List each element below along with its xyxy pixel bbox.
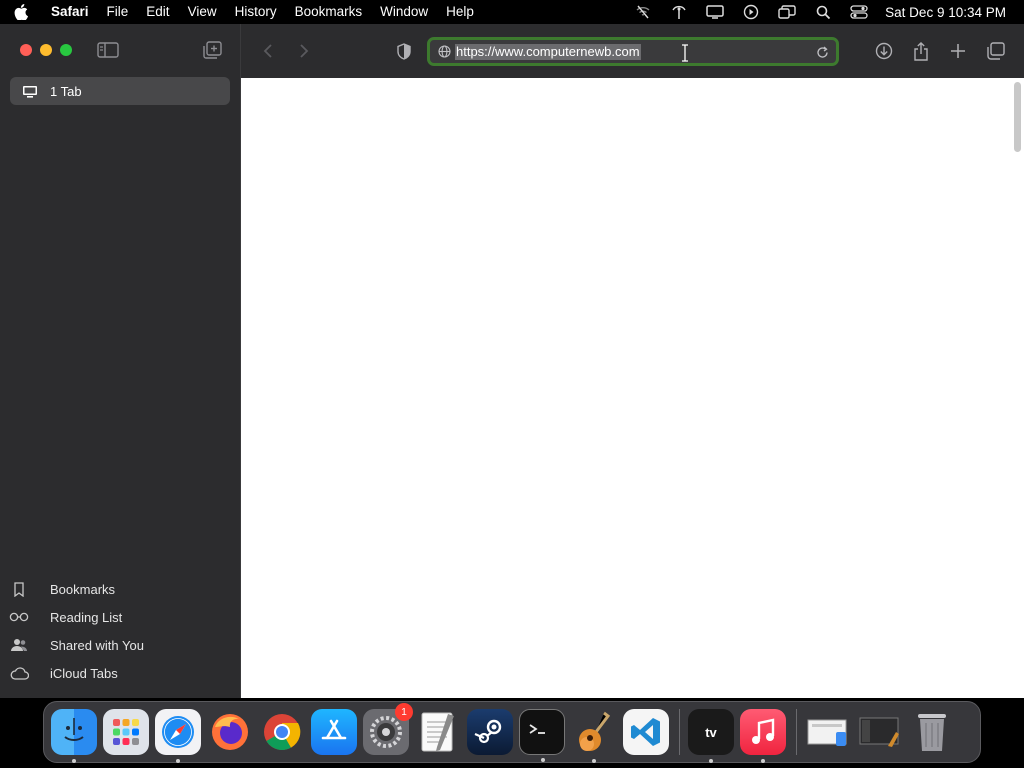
dock-app-textedit[interactable] <box>415 709 461 755</box>
sidebar: 1 Tab Bookmarks Reading List Shared with… <box>0 24 241 698</box>
running-indicator <box>176 759 180 763</box>
firefox-icon <box>212 714 248 750</box>
running-indicator <box>709 759 713 763</box>
screen-mirroring-icon[interactable] <box>769 0 805 24</box>
dock-app-garageband[interactable] <box>571 709 617 763</box>
guitar-icon <box>579 711 611 751</box>
people-icon <box>0 638 50 652</box>
notification-badge: 1 <box>395 703 413 721</box>
sidebar-tab-group[interactable]: 1 Tab <box>10 77 230 105</box>
sidebar-link-bookmarks[interactable]: Bookmarks <box>0 575 240 603</box>
dock-app-app-store[interactable] <box>311 709 357 755</box>
glasses-icon <box>0 612 50 622</box>
monitor-icon <box>10 85 50 98</box>
address-url-text[interactable]: https://www.computernewb.com <box>455 43 641 60</box>
trash-icon <box>918 714 946 751</box>
dock-separator <box>796 709 797 755</box>
menu-edit[interactable]: Edit <box>137 0 178 24</box>
menu-help[interactable]: Help <box>437 0 483 24</box>
globe-icon <box>433 45 455 58</box>
dock-app-terminal[interactable] <box>519 709 565 762</box>
display-icon[interactable] <box>697 0 733 24</box>
dock-app-firefox[interactable] <box>207 709 253 755</box>
antenna-icon[interactable] <box>661 0 697 24</box>
menu-history[interactable]: History <box>226 0 286 24</box>
apple-tv-label: tv <box>705 724 717 740</box>
sidebar-link-shared-with-you[interactable]: Shared with You <box>0 631 240 659</box>
terminal-icon <box>529 724 545 734</box>
chrome-icon <box>264 714 301 751</box>
menu-clock[interactable]: Sat Dec 9 10:34 PM <box>885 5 1006 20</box>
menu-file[interactable]: File <box>98 0 138 24</box>
sidebar-toggle-button[interactable] <box>96 38 120 62</box>
menu-bar: Safari File Edit View History Bookmarks … <box>0 0 1024 24</box>
dock-app-system-settings[interactable]: 1 <box>363 703 413 755</box>
back-button[interactable] <box>255 38 281 64</box>
dock-app-apple-tv[interactable]: tv <box>688 709 734 763</box>
address-bar[interactable]: https://www.computernewb.com <box>427 37 839 66</box>
sidebar-link-icloud-tabs[interactable]: iCloud Tabs <box>0 659 240 687</box>
dock-app-music[interactable] <box>740 709 786 763</box>
menu-view[interactable]: View <box>179 0 226 24</box>
dock-trash[interactable] <box>909 709 955 755</box>
search-icon[interactable] <box>805 0 841 24</box>
new-tab-group-button[interactable] <box>200 38 224 62</box>
privacy-report-button[interactable] <box>391 38 417 64</box>
play-circle-icon[interactable] <box>733 0 769 24</box>
textedit-icon <box>421 712 454 752</box>
apple-menu-icon[interactable] <box>14 4 42 20</box>
sidebar-link-label: Bookmarks <box>50 581 116 597</box>
control-center-icon[interactable] <box>841 0 877 24</box>
window-close-button[interactable] <box>20 44 32 56</box>
forward-button[interactable] <box>291 38 317 64</box>
menu-app-name[interactable]: Safari <box>42 0 98 24</box>
running-indicator <box>592 759 596 763</box>
launchpad-icon <box>113 719 139 745</box>
share-button[interactable] <box>908 38 934 64</box>
sidebar-link-label: Reading List <box>50 609 123 625</box>
wifi-off-icon[interactable] <box>625 0 661 24</box>
music-note-icon <box>752 718 775 744</box>
finder-icon <box>64 718 84 741</box>
running-indicator <box>541 758 545 762</box>
reload-icon[interactable] <box>814 44 830 60</box>
tab-group-label: 1 Tab <box>50 83 82 99</box>
running-indicator <box>761 759 765 763</box>
tab-overview-button[interactable] <box>982 38 1008 64</box>
dock-app-chrome[interactable] <box>259 709 305 755</box>
dock-app-steam[interactable] <box>467 709 513 755</box>
document-stack-icon <box>807 719 847 746</box>
sidebar-link-label: iCloud Tabs <box>50 665 118 681</box>
bookmark-icon <box>0 581 50 597</box>
new-tab-button[interactable] <box>945 38 971 64</box>
downloads-button[interactable] <box>871 38 897 64</box>
web-content[interactable] <box>241 78 1024 698</box>
dock-recent-window[interactable] <box>857 709 903 755</box>
dock-downloads-stack[interactable] <box>805 709 851 755</box>
dock-app-vscode[interactable] <box>623 709 669 755</box>
dock-app-safari[interactable] <box>155 709 201 763</box>
dock-app-launchpad[interactable] <box>103 709 149 755</box>
compass-icon <box>162 716 194 748</box>
running-indicator <box>72 759 76 763</box>
vscode-icon <box>631 718 660 746</box>
cloud-icon <box>0 666 50 680</box>
menu-window[interactable]: Window <box>371 0 437 24</box>
sidebar-link-reading-list[interactable]: Reading List <box>0 603 240 631</box>
toolbar: https://www.computernewb.com <box>241 24 1024 78</box>
safari-window: 1 Tab Bookmarks Reading List Shared with… <box>0 24 1024 698</box>
window-zoom-button[interactable] <box>60 44 72 56</box>
text-cursor-icon <box>680 44 690 62</box>
sidebar-links: Bookmarks Reading List Shared with You i… <box>0 575 240 687</box>
vertical-scrollbar[interactable] <box>1014 82 1021 152</box>
window-preview-icon <box>859 717 899 747</box>
steam-icon <box>474 719 502 744</box>
dock-app-finder[interactable] <box>51 709 97 763</box>
menu-bookmarks[interactable]: Bookmarks <box>286 0 372 24</box>
dock: 1 tv <box>43 701 981 763</box>
sidebar-link-label: Shared with You <box>50 637 144 653</box>
window-minimize-button[interactable] <box>40 44 52 56</box>
app-store-icon <box>321 719 347 740</box>
dock-separator <box>679 709 680 755</box>
